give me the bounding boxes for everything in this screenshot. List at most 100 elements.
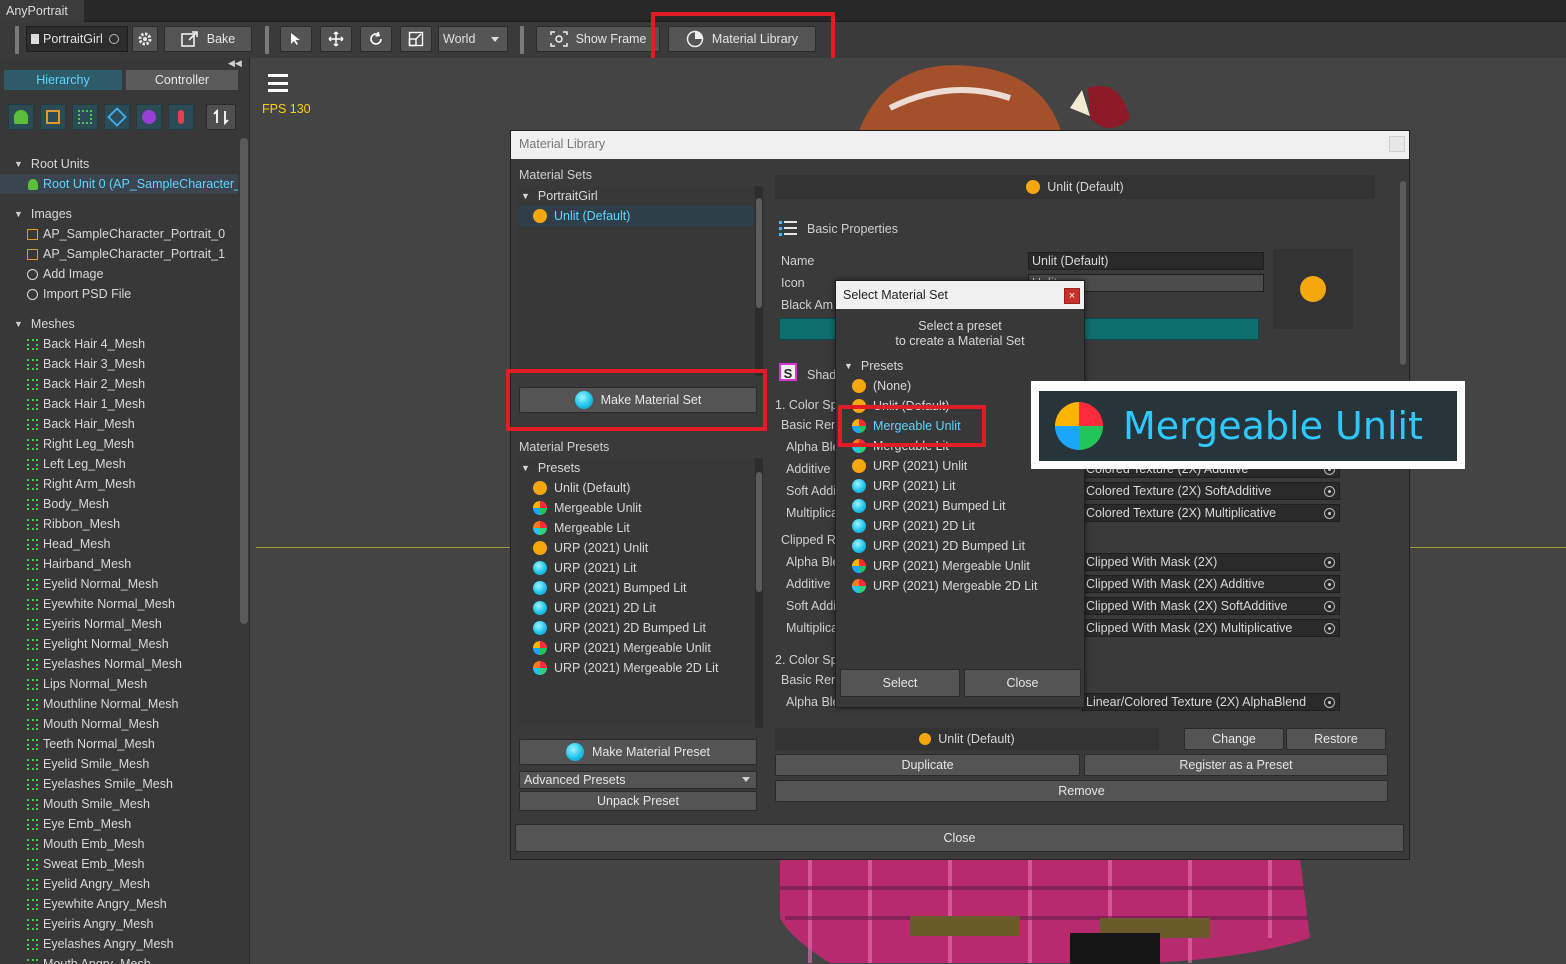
toolbar-handle-3[interactable] [520, 26, 524, 54]
mesh-item[interactable]: Eyewhite Normal_Mesh [26, 594, 264, 614]
image-item[interactable]: AP_SampleCharacter_Portrait_1 [26, 244, 264, 264]
object-picker-icon[interactable] [1324, 557, 1335, 568]
advanced-presets-dropdown[interactable]: Advanced Presets [519, 771, 757, 789]
mesh-item[interactable]: Ribbon_Mesh [26, 514, 264, 534]
duplicate-button[interactable]: Duplicate [775, 754, 1080, 776]
dialog-preset-item[interactable]: URP (2021) 2D Bumped Lit [852, 536, 1025, 556]
unpack-preset-button[interactable]: Unpack Preset [519, 791, 757, 811]
dialog-preset-item[interactable]: (None) [852, 376, 911, 396]
dialog-preset-item[interactable]: Unlit (Default) [852, 396, 949, 416]
dialog-preset-item[interactable]: Mergeable Lit [852, 436, 949, 456]
filter-mesh-button[interactable] [72, 104, 98, 130]
object-picker-icon[interactable] [1324, 623, 1335, 634]
mesh-item[interactable]: Body_Mesh [26, 494, 264, 514]
mesh-item[interactable]: Eyeiris Angry_Mesh [26, 914, 264, 934]
scale-tool-button[interactable] [400, 26, 432, 52]
coordinate-space-dropdown[interactable]: World [438, 26, 508, 52]
material-set-item[interactable]: Unlit (Default) [517, 206, 753, 226]
toolbar-handle[interactable] [15, 26, 19, 54]
dialog-close-text-button[interactable]: Close [964, 669, 1081, 697]
make-material-set-button[interactable]: Make Material Set [519, 387, 757, 413]
mesh-item[interactable]: Back Hair_Mesh [26, 414, 264, 434]
hierarchy-scrollbar[interactable] [240, 138, 248, 624]
root-unit-item[interactable]: Root Unit 0 (AP_SampleCharacter_ [0, 174, 238, 194]
window-close-button[interactable] [1389, 136, 1405, 152]
import-psd-item[interactable]: Import PSD File [26, 284, 264, 304]
preset-item[interactable]: Mergeable Unlit [533, 498, 642, 518]
presets-group[interactable]: ▼ Presets [521, 458, 580, 478]
image-item[interactable]: AP_SampleCharacter_Portrait_0 [26, 224, 264, 244]
material-presets-scrollbar[interactable] [755, 458, 763, 728]
preset-item[interactable]: Mergeable Lit [533, 518, 630, 538]
mesh-item[interactable]: Head_Mesh [26, 534, 264, 554]
filter-mesh-group-button[interactable] [104, 104, 130, 130]
object-picker-icon[interactable] [1324, 486, 1335, 497]
multiplicative-shader-field[interactable]: Colored Texture (2X) Multiplicative [1082, 504, 1340, 522]
change-button[interactable]: Change [1184, 728, 1284, 750]
meshes-category[interactable]: ▼ Meshes [14, 314, 252, 334]
object-picker-icon[interactable] [1324, 697, 1335, 708]
mesh-item[interactable]: Back Hair 1_Mesh [26, 394, 264, 414]
mesh-item[interactable]: Right Arm_Mesh [26, 474, 264, 494]
remove-button[interactable]: Remove [775, 780, 1388, 802]
mesh-item[interactable]: Eyelashes Smile_Mesh [26, 774, 264, 794]
move-tool-button[interactable] [320, 26, 352, 52]
mesh-item[interactable]: Left Leg_Mesh [26, 454, 264, 474]
object-picker-icon[interactable] [1324, 508, 1335, 519]
mesh-item[interactable]: Eyelashes Normal_Mesh [26, 654, 264, 674]
mesh-item[interactable]: Back Hair 2_Mesh [26, 374, 264, 394]
bake-button[interactable]: Bake [164, 26, 252, 52]
preset-item[interactable]: URP (2021) Mergeable 2D Lit [533, 658, 718, 678]
mesh-item[interactable]: Mouth Emb_Mesh [26, 834, 264, 854]
select-button[interactable]: Select [840, 669, 960, 697]
dialog-preset-item[interactable]: URP (2021) 2D Lit [852, 516, 975, 536]
mesh-item[interactable]: Eyelid Normal_Mesh [26, 574, 264, 594]
images-category[interactable]: ▼ Images [14, 204, 252, 224]
collapse-panel-icon[interactable]: ◀◀ [228, 58, 248, 68]
mesh-item[interactable]: Eyelashes Angry_Mesh [26, 934, 264, 954]
add-image-item[interactable]: Add Image [26, 264, 264, 284]
mesh-item[interactable]: Hairband_Mesh [26, 554, 264, 574]
mesh-item[interactable]: Sweat Emb_Mesh [26, 854, 264, 874]
preset-item[interactable]: URP (2021) Mergeable Unlit [533, 638, 711, 658]
mesh-item[interactable]: Eye Emb_Mesh [26, 814, 264, 834]
close-library-button[interactable]: Close [515, 824, 1404, 852]
mesh-item[interactable]: Mouth Normal_Mesh [26, 714, 264, 734]
menu-icon[interactable] [268, 74, 288, 92]
mesh-item[interactable]: Right Leg_Mesh [26, 434, 264, 454]
dialog-preset-item[interactable]: URP (2021) Bumped Lit [852, 496, 1005, 516]
root-units-category[interactable]: ▼ Root Units [14, 154, 252, 174]
register-preset-button[interactable]: Register as a Preset [1084, 754, 1388, 776]
object-picker-icon[interactable] [108, 34, 119, 44]
dialog-preset-item[interactable]: Mergeable Unlit [852, 416, 961, 436]
mesh-item[interactable]: Eyelid Smile_Mesh [26, 754, 264, 774]
soft-additive-shader-field[interactable]: Colored Texture (2X) SoftAdditive [1082, 482, 1340, 500]
mesh-item[interactable]: Eyeiris Normal_Mesh [26, 614, 264, 634]
app-title-tab[interactable]: AnyPortrait [0, 0, 84, 22]
mesh-item[interactable]: Back Hair 4_Mesh [26, 334, 264, 354]
clip-soft-additive-shader-field[interactable]: Clipped With Mask (2X) SoftAdditive [1082, 597, 1340, 615]
preset-item[interactable]: URP (2021) Lit [533, 558, 636, 578]
tab-hierarchy[interactable]: Hierarchy [4, 70, 122, 90]
preset-item[interactable]: URP (2021) Unlit [533, 538, 648, 558]
mesh-item[interactable]: Lips Normal_Mesh [26, 674, 264, 694]
mesh-item[interactable]: Teeth Normal_Mesh [26, 734, 264, 754]
filter-image-button[interactable] [40, 104, 66, 130]
object-picker-icon[interactable] [1324, 601, 1335, 612]
mesh-item[interactable]: Eyelight Normal_Mesh [26, 634, 264, 654]
settings-button[interactable] [132, 26, 158, 52]
material-library-button[interactable]: Material Library [668, 26, 816, 52]
portrait-selector[interactable]: PortraitGirl [26, 26, 128, 52]
mesh-item[interactable]: Mouth Angry_Mesh [26, 954, 264, 964]
filter-parameter-button[interactable] [168, 104, 194, 130]
dialog-preset-item[interactable]: URP (2021) Mergeable Unlit [852, 556, 1030, 576]
dialog-preset-item[interactable]: URP (2021) Lit [852, 476, 955, 496]
dialog-presets-group[interactable]: ▼ Presets [844, 356, 903, 376]
restore-button[interactable]: Restore [1286, 728, 1386, 750]
show-frame-button[interactable]: Show Frame [536, 26, 660, 52]
material-set-group[interactable]: ▼ PortraitGirl [521, 186, 598, 206]
mesh-item[interactable]: Eyewhite Angry_Mesh [26, 894, 264, 914]
tab-controller[interactable]: Controller [126, 70, 238, 90]
preset-item[interactable]: Unlit (Default) [533, 478, 630, 498]
dialog-preset-item[interactable]: URP (2021) Mergeable 2D Lit [852, 576, 1037, 596]
